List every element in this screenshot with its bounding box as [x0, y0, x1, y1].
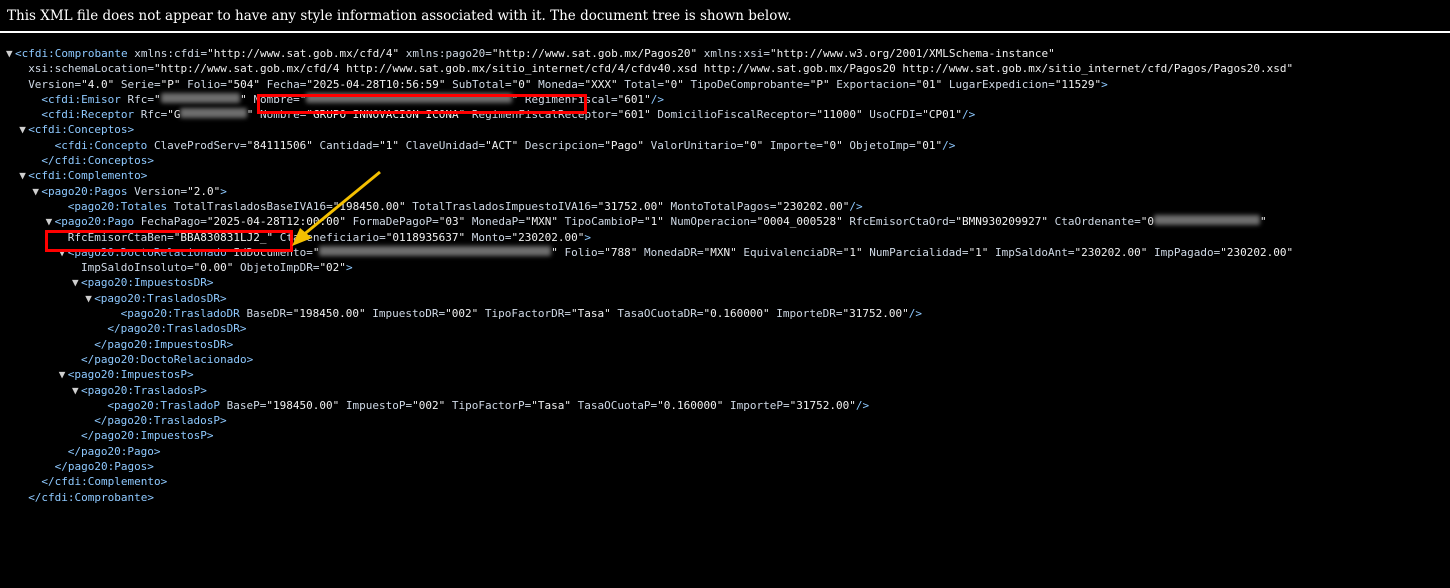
arrow-pointer-icon	[292, 170, 381, 246]
